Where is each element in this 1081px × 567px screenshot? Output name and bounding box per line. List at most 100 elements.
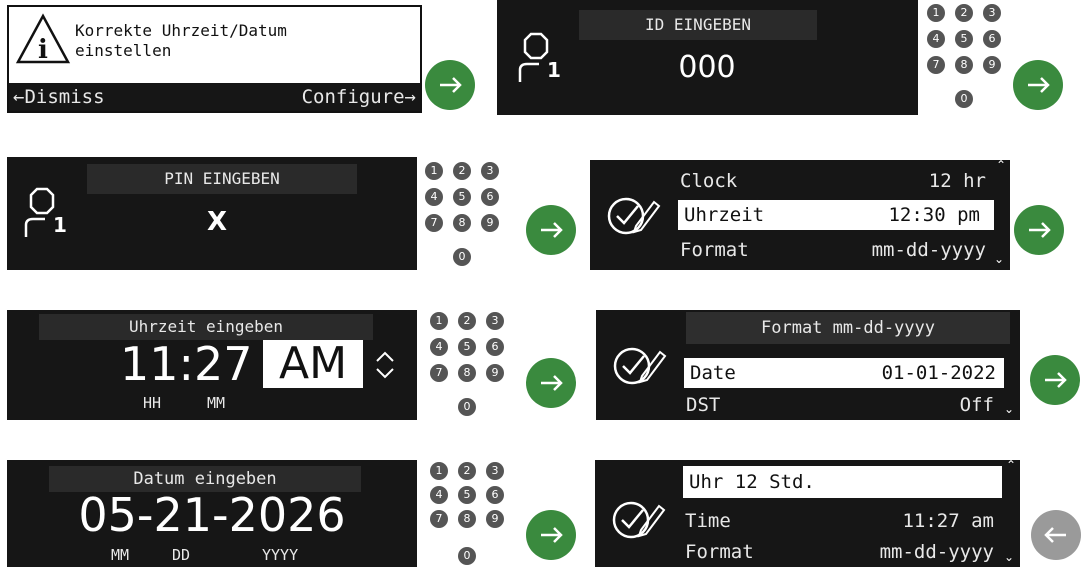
row-label: Format: [680, 239, 749, 261]
row-value: mm-dd-yyyy: [871, 239, 986, 261]
key-7[interactable]: 7: [425, 214, 443, 232]
key-6[interactable]: 6: [486, 338, 504, 356]
scroll-down-icon[interactable]: ⌄: [994, 252, 1004, 266]
next-button[interactable]: [526, 205, 576, 255]
key-7[interactable]: 7: [927, 56, 945, 74]
key-9[interactable]: 9: [481, 214, 499, 232]
svg-text:i: i: [38, 35, 48, 65]
up-down-icon[interactable]: [373, 348, 397, 382]
key-0[interactable]: 0: [458, 398, 476, 416]
key-4[interactable]: 4: [425, 188, 443, 206]
keypad: 1 2 3 4 5 6 7 8 9 0: [425, 162, 509, 278]
key-1[interactable]: 1: [927, 4, 945, 22]
row-value: 01-01-2022: [881, 362, 996, 384]
next-button[interactable]: [425, 60, 475, 110]
key-8[interactable]: 8: [458, 364, 476, 382]
hh-label: HH: [143, 394, 162, 412]
key-4[interactable]: 4: [430, 338, 448, 356]
key-1[interactable]: 1: [425, 162, 443, 180]
row-label: Uhrzeit: [684, 204, 765, 226]
row-value: mm-dd-yyyy: [879, 541, 994, 563]
pin-title: PIN EINGEBEN: [87, 164, 357, 194]
arrow-right-icon: [1029, 222, 1051, 238]
key-8[interactable]: 8: [453, 214, 471, 232]
key-5[interactable]: 5: [453, 188, 471, 206]
key-8[interactable]: 8: [955, 56, 973, 74]
scroll-down-icon[interactable]: ⌄: [1004, 550, 1014, 564]
configure-button[interactable]: Configure→: [302, 83, 416, 111]
key-2[interactable]: 2: [458, 312, 476, 330]
arrow-left-icon: [1044, 527, 1066, 543]
key-6[interactable]: 6: [481, 188, 499, 206]
dd-label: DD: [172, 546, 191, 564]
key-1[interactable]: 1: [430, 312, 448, 330]
key-3[interactable]: 3: [486, 462, 504, 480]
key-5[interactable]: 5: [458, 486, 476, 504]
key-3[interactable]: 3: [983, 4, 1001, 22]
key-2[interactable]: 2: [955, 4, 973, 22]
next-button[interactable]: [1013, 60, 1063, 110]
format-title: Format mm-dd-yyyy: [686, 312, 1010, 344]
key-3[interactable]: 3: [481, 162, 499, 180]
key-5[interactable]: 5: [955, 30, 973, 48]
key-0[interactable]: 0: [955, 90, 973, 108]
menu-row-format[interactable]: Format mm-dd-yyyy: [590, 235, 1010, 265]
menu-header-clock-mode[interactable]: Uhr 12 Std.: [683, 466, 1002, 498]
mm-label: MM: [111, 546, 130, 564]
scroll-up-icon[interactable]: ⌃: [1006, 460, 1016, 472]
next-button[interactable]: [526, 510, 576, 560]
key-4[interactable]: 4: [927, 30, 945, 48]
keypad: 1 2 3 4 5 6 7 8 9 0: [430, 312, 514, 428]
check-edit-icon: [607, 197, 661, 235]
next-button[interactable]: [1030, 355, 1080, 405]
row-label: Time: [685, 510, 731, 532]
notice-panel: i Korrekte Uhrzeit/Datum einstellen ←Dis…: [7, 5, 422, 113]
scroll-down-icon[interactable]: ⌄: [1004, 402, 1014, 416]
check-edit-icon: [613, 347, 667, 385]
next-button[interactable]: [526, 358, 576, 408]
row-value: 12 hr: [928, 170, 986, 192]
menu-row-time[interactable]: Time 11:27 am: [595, 506, 1020, 536]
key-9[interactable]: 9: [486, 510, 504, 528]
date-entry-screen: Datum eingeben 05-21-2026 MM DD YYYY: [7, 460, 417, 567]
row-label: Date: [690, 362, 736, 384]
row-value: Off: [959, 394, 994, 416]
key-4[interactable]: 4: [430, 486, 448, 504]
id-value: 000: [678, 50, 736, 85]
dismiss-label: Dismiss: [24, 86, 105, 108]
menu-row-dst[interactable]: DST Off: [596, 390, 1020, 420]
dismiss-button[interactable]: ←Dismiss: [13, 83, 105, 111]
menu-row-clock[interactable]: Clock 12 hr: [590, 166, 1010, 196]
key-9[interactable]: 9: [983, 56, 1001, 74]
key-3[interactable]: 3: [486, 312, 504, 330]
next-button[interactable]: [1014, 205, 1064, 255]
ampm-value[interactable]: AM: [263, 340, 363, 388]
key-2[interactable]: 2: [453, 162, 471, 180]
scroll-up-icon[interactable]: ⌃: [996, 160, 1006, 172]
menu-row-date[interactable]: Date 01-01-2022: [684, 358, 1004, 388]
key-6[interactable]: 6: [983, 30, 1001, 48]
key-0[interactable]: 0: [458, 547, 476, 565]
key-8[interactable]: 8: [458, 510, 476, 528]
arrow-right-icon: [541, 222, 563, 238]
user-number: 1: [53, 213, 67, 237]
key-7[interactable]: 7: [430, 510, 448, 528]
id-entry-screen: ID EINGEBEN 1 000: [497, 0, 918, 115]
arrow-right-icon: →: [404, 86, 416, 108]
key-1[interactable]: 1: [430, 462, 448, 480]
settings-menu-3: Uhr 12 Std. Time 11:27 am Format mm-dd-yyy…: [595, 460, 1020, 567]
key-7[interactable]: 7: [430, 364, 448, 382]
pin-entry-screen: PIN EINGEBEN 1 X: [7, 157, 417, 270]
notice-text-line2: einstellen: [75, 41, 172, 60]
time-entry-screen: Uhrzeit eingeben 11:27 AM HH MM: [7, 310, 417, 420]
menu-row-format[interactable]: Format mm-dd-yyyy: [595, 537, 1020, 567]
key-2[interactable]: 2: [458, 462, 476, 480]
back-button[interactable]: [1031, 510, 1081, 560]
key-6[interactable]: 6: [486, 486, 504, 504]
key-0[interactable]: 0: [453, 248, 471, 266]
notice-text-line1: Korrekte Uhrzeit/Datum: [75, 21, 287, 40]
menu-row-uhrzeit[interactable]: Uhrzeit 12:30 pm: [678, 200, 994, 230]
key-5[interactable]: 5: [458, 338, 476, 356]
row-value: 11:27 am: [902, 510, 994, 532]
key-9[interactable]: 9: [486, 364, 504, 382]
